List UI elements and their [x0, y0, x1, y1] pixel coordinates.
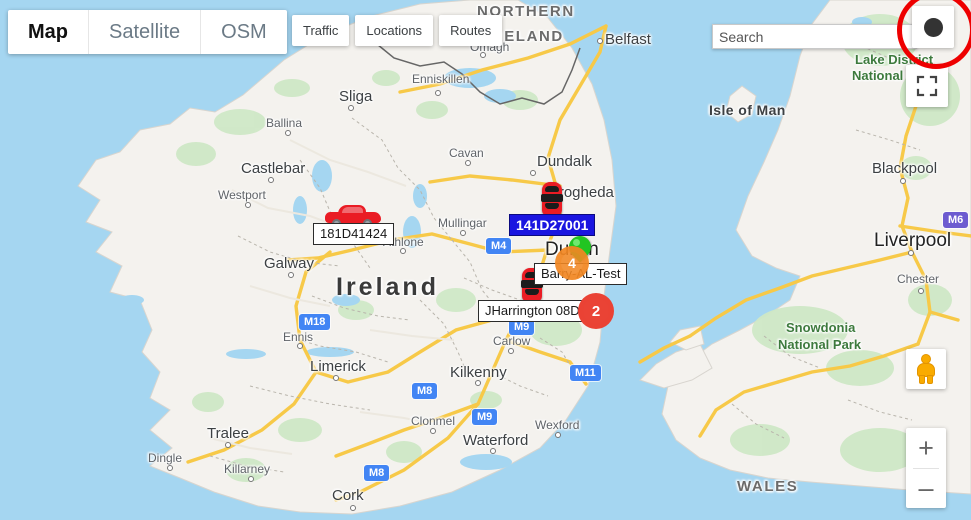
city-dot-icon [350, 505, 356, 511]
city-dot-icon [530, 170, 536, 176]
city-dot-icon [268, 177, 274, 183]
zoom-out-icon: – [918, 473, 934, 504]
map-base-graphics [0, 0, 971, 520]
city-dot-icon [288, 272, 294, 278]
cluster-2[interactable]: 2 [578, 293, 614, 329]
road-shield-m4: M4 [486, 238, 512, 254]
city-dot-icon [297, 343, 303, 349]
map-type-tab-osm[interactable]: OSM [201, 10, 287, 54]
search-box[interactable] [712, 24, 917, 49]
city-dot-icon [400, 248, 406, 254]
map-type-switcher[interactable]: Map Satellite OSM [8, 10, 287, 54]
city-dot-icon [248, 476, 254, 482]
map-type-tab-map[interactable]: Map [8, 10, 89, 54]
road-shield-m18: M18 [299, 314, 331, 330]
city-dot-icon [508, 348, 514, 354]
marker-JHarrington-label[interactable]: JHarrington 08D [478, 300, 587, 322]
city-dot-icon [348, 105, 354, 111]
city-dot-icon [908, 250, 914, 256]
record-button[interactable] [912, 6, 954, 48]
zoom-controls[interactable]: + – [906, 428, 946, 508]
locations-button[interactable]: Locations [355, 15, 434, 46]
traffic-button[interactable]: Traffic [292, 15, 350, 46]
road-shield-m9: M9 [472, 409, 498, 425]
road-shield-m6: M6 [943, 212, 969, 228]
city-dot-icon [285, 130, 291, 136]
map-application: Ireland WALES NORTHERN IRELAND Isle of Man La… [0, 0, 971, 520]
zoom-in-icon: + [918, 432, 934, 463]
city-dot-icon [465, 160, 471, 166]
map-canvas[interactable]: Ireland WALES NORTHERN IRELAND Isle of Man La… [0, 0, 971, 520]
city-dot-icon [918, 288, 924, 294]
street-view-pegman-icon [916, 354, 936, 384]
cluster-4[interactable]: 4 [555, 246, 589, 280]
zoom-out-button[interactable]: – [906, 469, 946, 509]
city-dot-icon [245, 202, 251, 208]
marker-181D41424-label[interactable]: 181D41424 [313, 223, 395, 245]
fullscreen-button[interactable] [906, 65, 948, 107]
city-dot-icon [225, 442, 231, 448]
fullscreen-icon [916, 75, 938, 97]
map-type-tab-satellite[interactable]: Satellite [89, 10, 202, 54]
city-dot-icon [480, 52, 486, 58]
city-dot-icon [900, 178, 906, 184]
zoom-in-button[interactable]: + [906, 428, 946, 468]
road-shield-m8: M8 [412, 383, 438, 399]
search-input[interactable] [713, 25, 916, 48]
map-layer-buttons[interactable]: Traffic Locations Routes [292, 15, 503, 46]
filled-circle-icon [923, 17, 943, 37]
city-dot-icon [430, 428, 436, 434]
city-dot-icon [167, 465, 173, 471]
city-dot-icon [333, 375, 339, 381]
marker-141D27001-icon[interactable] [541, 182, 563, 216]
city-dot-icon [597, 38, 603, 44]
city-dot-icon [475, 380, 481, 386]
marker-141D27001-label[interactable]: 141D27001 [509, 214, 596, 236]
city-dot-icon [460, 230, 466, 236]
street-view-button[interactable] [906, 349, 946, 389]
city-dot-icon [555, 432, 561, 438]
road-shield-m11: M11 [570, 365, 601, 381]
city-dot-icon [435, 90, 441, 96]
road-shield-m8: M8 [364, 465, 390, 481]
city-dot-icon [490, 448, 496, 454]
routes-button[interactable]: Routes [439, 15, 503, 46]
